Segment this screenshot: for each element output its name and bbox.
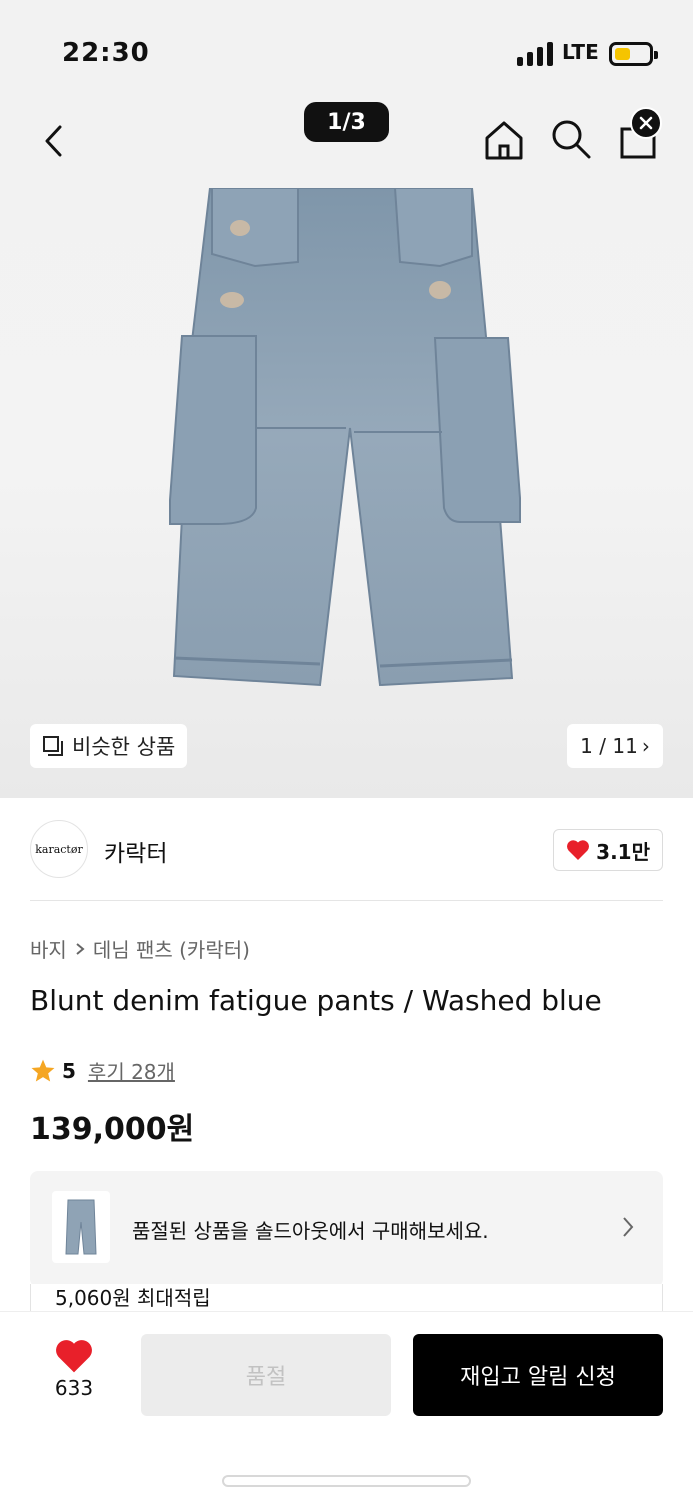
points-text: 5,060원 최대적립 <box>55 1286 211 1310</box>
breadcrumb-subcategory[interactable]: 데님 팬츠 (카락터) <box>93 934 250 963</box>
soldout-banner-text: 품절된 상품을 솔드아웃에서 구매해보세요. <box>132 1219 489 1243</box>
soldout-button: 품절 <box>141 1334 391 1416</box>
divider <box>30 900 663 901</box>
brand-like-count: 3.1만 <box>596 839 650 864</box>
brand-like-button[interactable]: 3.1만 <box>553 829 663 871</box>
signal-icon <box>517 42 553 66</box>
heart-icon <box>56 1340 92 1373</box>
network-label: LTE <box>562 40 599 64</box>
bottom-action-bar: 633 품절 재입고 알림 신청 <box>0 1311 693 1500</box>
chevron-right-icon: › <box>641 734 650 758</box>
battery-icon <box>609 42 658 66</box>
brand-name[interactable]: 카락터 <box>104 834 167 868</box>
home-button[interactable] <box>482 118 526 162</box>
page-indicator-text: 1 / 11 <box>580 734 638 758</box>
brand-logo[interactable]: karactør <box>30 820 88 878</box>
image-page-indicator[interactable]: 1 / 11 › <box>567 724 663 768</box>
close-icon <box>639 116 653 130</box>
home-indicator[interactable] <box>222 1475 471 1487</box>
chevron-right-icon <box>623 1217 634 1237</box>
search-icon <box>552 120 591 159</box>
product-title: Blunt denim fatigue pants / Washed blue <box>30 984 602 1017</box>
reviews-link[interactable]: 후기 28개 <box>88 1056 175 1085</box>
status-bar: 22:30 LTE <box>0 0 693 100</box>
similar-products-label: 비슷한 상품 <box>72 735 176 759</box>
close-button[interactable] <box>630 107 662 139</box>
similar-icon <box>43 736 63 756</box>
restock-alert-button[interactable]: 재입고 알림 신청 <box>413 1334 663 1416</box>
breadcrumb: 바지 데님 팬츠 (카락터) <box>30 934 250 963</box>
product-gallery[interactable]: 22:30 LTE 1/3 비슷한 상품 1 / 11 › <box>0 0 693 798</box>
image-counter: 1/3 <box>304 102 389 142</box>
chevron-left-icon <box>45 125 62 157</box>
heart-icon <box>567 840 590 860</box>
status-time: 22:30 <box>62 38 150 68</box>
home-icon <box>485 121 523 160</box>
chevron-right-icon <box>76 942 85 955</box>
product-price: 139,000원 <box>30 1112 195 1147</box>
soldout-thumbnail <box>52 1191 110 1263</box>
star-icon <box>31 1059 55 1082</box>
points-info: 5,060원 최대적립 <box>30 1284 663 1314</box>
wishlist-button[interactable]: 633 <box>40 1338 108 1410</box>
breadcrumb-category[interactable]: 바지 <box>30 934 67 963</box>
similar-products-button[interactable]: 비슷한 상품 <box>30 724 188 768</box>
soldout-banner[interactable]: 품절된 상품을 솔드아웃에서 구매해보세요. <box>30 1171 663 1287</box>
product-image[interactable] <box>160 188 540 693</box>
wishlist-count: 633 <box>54 1376 94 1400</box>
rating-row: 5 후기 28개 <box>30 1056 175 1085</box>
search-button[interactable] <box>549 117 593 161</box>
brand-row[interactable]: karactør 카락터 3.1만 <box>30 818 663 882</box>
back-button[interactable] <box>30 115 78 167</box>
rating-score: 5 <box>62 1058 76 1083</box>
